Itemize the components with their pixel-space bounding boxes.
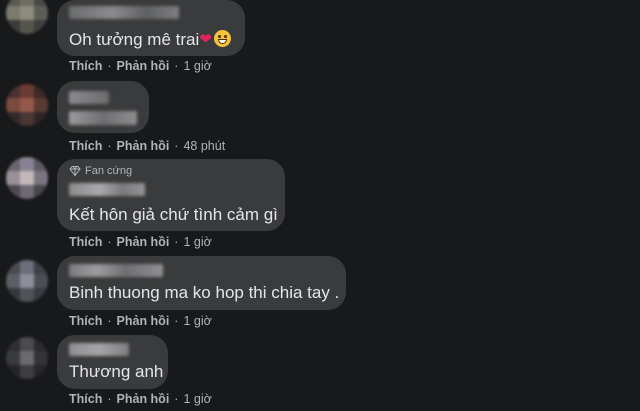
blurred-author-name [69,91,109,104]
blurred-author-name [69,264,163,277]
separator-dot: · [174,235,179,249]
separator-dot: · [174,139,179,153]
comment-text: Oh tưởng mê trai❤ [69,30,231,50]
comment-feed: Oh tưởng mê trai❤ Thích · Phản hồi · 1 g… [0,0,640,411]
separator-dot: · [107,314,112,328]
reply-button[interactable]: Phản hồi [117,314,170,328]
reply-button[interactable]: Phản hồi [117,139,170,153]
separator-dot: · [174,392,179,406]
top-fan-badge: Fan cứng [69,165,132,177]
comment-timestamp[interactable]: 48 phút [183,139,225,153]
heart-emoji-icon: ❤ [199,30,212,48]
badge-label: Fan cứng [85,165,133,177]
blurred-author-name [69,6,179,19]
like-button[interactable]: Thích [69,235,102,249]
avatar[interactable] [6,157,48,199]
comment-timestamp[interactable]: 1 giờ [183,235,211,249]
blurred-author-name [69,183,145,196]
grinning-face-emoji-icon [213,30,231,47]
like-button[interactable]: Thích [69,139,102,153]
like-button[interactable]: Thích [69,59,102,73]
comment-bubble: Oh tưởng mê trai❤ [57,0,245,56]
diamond-icon [69,166,81,176]
comment-body: Kết hôn giả chứ tình cảm gì [69,205,278,224]
avatar[interactable] [6,84,48,126]
comment-timestamp[interactable]: 1 giờ [183,392,211,406]
blurred-comment-text [69,111,137,125]
comment-body: Binh thuong ma ko hop thi chia tay . [69,283,340,302]
separator-dot: · [107,59,112,73]
reply-button[interactable]: Phản hồi [117,235,170,249]
avatar[interactable] [6,0,48,34]
separator-dot: · [174,59,179,73]
avatar[interactable] [6,337,48,379]
blurred-author-name [69,343,129,356]
like-button[interactable]: Thích [69,392,102,406]
reply-button[interactable]: Phản hồi [117,392,170,406]
comment-actions: Thích · Phản hồi · 1 giờ [69,392,212,406]
comment-bubble: Thương anh [57,335,168,389]
separator-dot: · [107,139,112,153]
comment-bubble [57,81,149,133]
avatar[interactable] [6,260,48,302]
separator-dot: · [174,314,179,328]
comment-text: Binh thuong ma ko hop thi chia tay . [69,283,339,303]
comment-bubble: Fan cứng Kết hôn giả chứ tình cảm gì [57,159,285,231]
comment-timestamp[interactable]: 1 giờ [183,59,211,73]
comment-body: Thương anh [69,362,164,381]
comment-text: Thương anh [69,362,163,382]
separator-dot: · [107,392,112,406]
reply-button[interactable]: Phản hồi [117,59,170,73]
comment-actions: Thích · Phản hồi · 48 phút [69,139,225,153]
comment-actions: Thích · Phản hồi · 1 giờ [69,59,212,73]
comment-body: Oh tưởng mê trai [69,30,200,49]
comment-timestamp[interactable]: 1 giờ [183,314,211,328]
like-button[interactable]: Thích [69,314,102,328]
separator-dot: · [107,235,112,249]
comment-bubble: Binh thuong ma ko hop thi chia tay . [57,256,346,310]
comment-text: Kết hôn giả chứ tình cảm gì [69,205,278,225]
comment-actions: Thích · Phản hồi · 1 giờ [69,314,212,328]
comment-actions: Thích · Phản hồi · 1 giờ [69,235,212,249]
